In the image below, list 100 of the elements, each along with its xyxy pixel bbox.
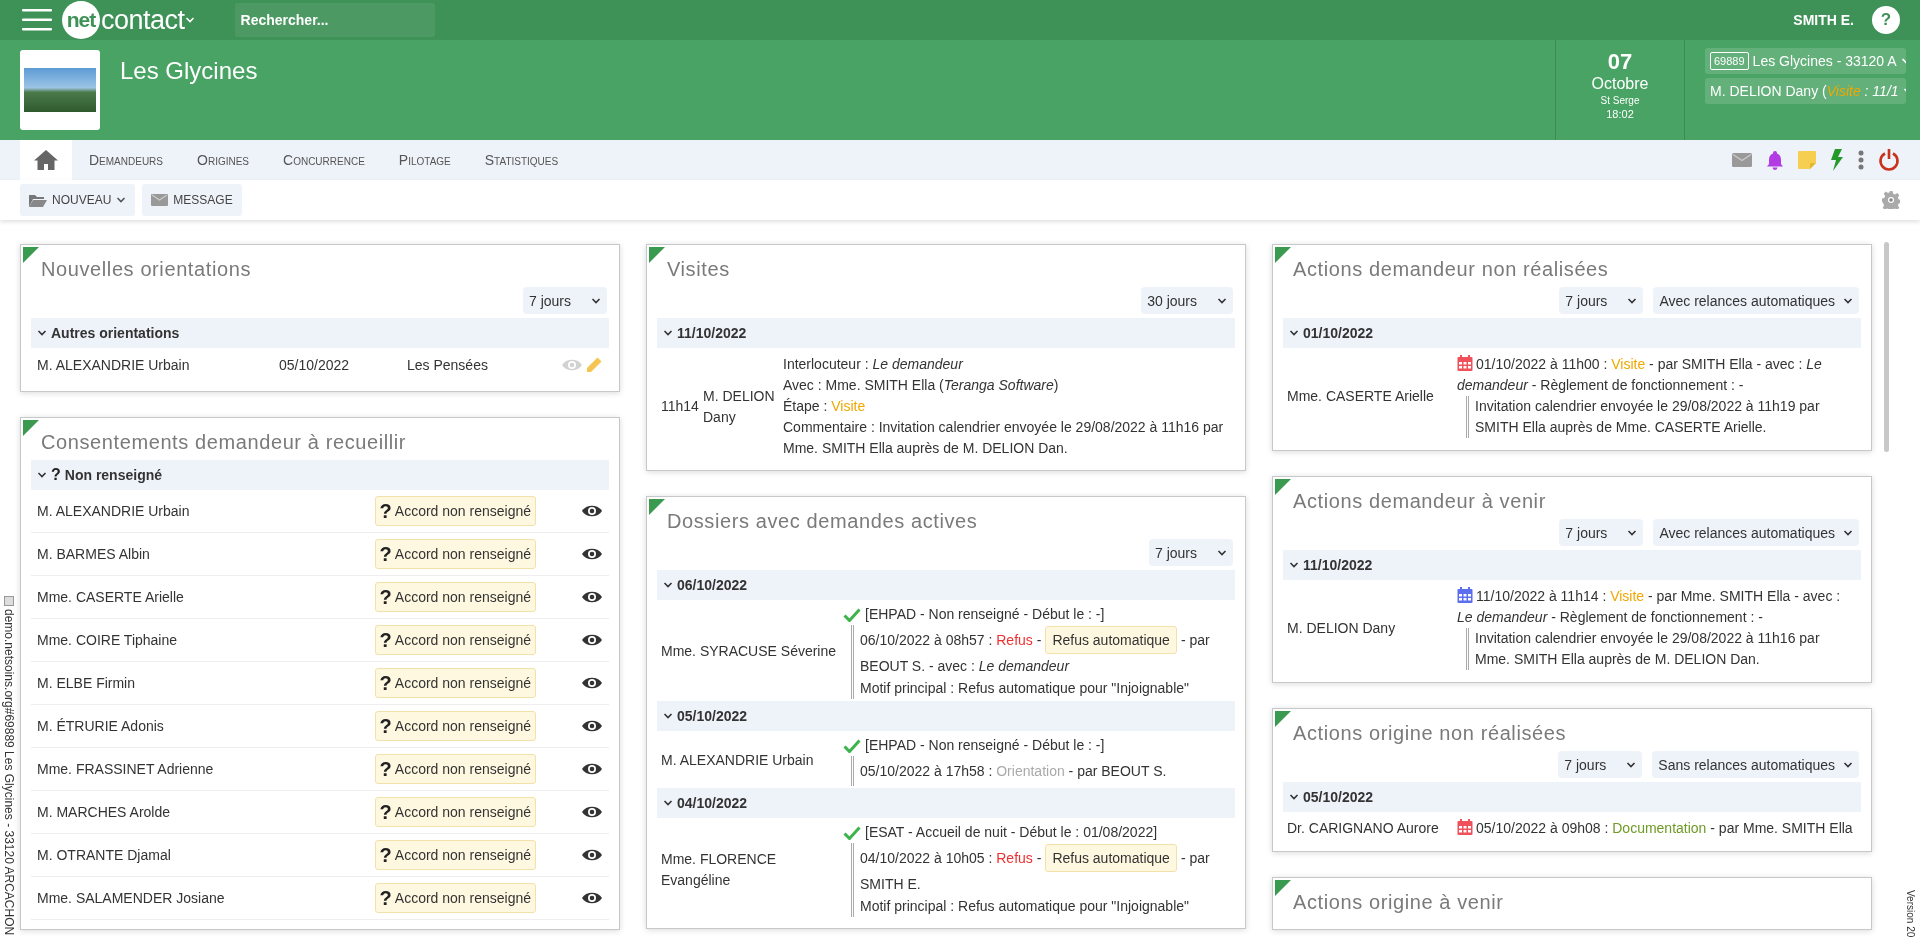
- person-name: Mme. FLORENCE Evangéline: [661, 849, 778, 890]
- period-select[interactable]: 7 jours: [522, 287, 607, 314]
- refusal-reason: Motif principal : Refus automatique pour "Injoignable": [860, 897, 1190, 916]
- card-title: Actions origine non réalisées: [1293, 721, 1567, 745]
- group-header[interactable]: 06/10/2022: [657, 570, 1235, 600]
- eye-icon[interactable]: [581, 848, 603, 862]
- person-name: M. ELBE Firmin: [37, 675, 136, 691]
- card-title: Dossiers avec demandes actives: [667, 509, 978, 533]
- lightning-icon[interactable]: [1830, 149, 1844, 171]
- bell-icon[interactable]: [1766, 150, 1784, 170]
- eye-icon[interactable]: [581, 590, 603, 604]
- home-icon: [33, 149, 59, 171]
- check-icon: [843, 825, 861, 840]
- reminder-select[interactable]: Avec relances automatiques: [1653, 519, 1859, 546]
- more-icon[interactable]: [1858, 150, 1864, 170]
- eye-icon[interactable]: [581, 633, 603, 647]
- eye-icon[interactable]: [581, 504, 603, 518]
- card-title: Actions demandeur non réalisées: [1293, 257, 1609, 281]
- status-badge: Refus automatique: [1045, 626, 1177, 654]
- nav-tab[interactable]: Concurrence: [266, 140, 382, 180]
- request-summary: [EHPAD - Non renseigné - Début le : -]: [865, 736, 1105, 755]
- eye-icon[interactable]: [581, 719, 603, 733]
- scrollbar[interactable]: [1884, 242, 1889, 452]
- period-select[interactable]: 7 jours: [1559, 287, 1644, 314]
- event-status: 06/10/2022 à 08h57 : Refus -: [860, 632, 1042, 648]
- nav-tab[interactable]: Statistiques: [467, 140, 576, 180]
- consent-status: ?Accord non renseigné: [374, 625, 536, 655]
- person-name: Mme. CASERTE Arielle: [37, 589, 185, 605]
- group-header[interactable]: 11/10/2022: [1283, 550, 1861, 580]
- group-header[interactable]: 04/10/2022: [657, 788, 1235, 818]
- eye-icon[interactable]: [581, 676, 603, 690]
- person-name: Mme. COIRE Tiphaine: [37, 632, 179, 648]
- group-header[interactable]: 05/10/2022: [1283, 782, 1861, 812]
- event-author: - par: [1180, 850, 1210, 866]
- event-author: SMITH E.: [860, 875, 922, 894]
- group-header[interactable]: ? Non renseigné: [31, 460, 609, 490]
- person-name: Dr. CARIGNANO Aurore: [1287, 819, 1440, 838]
- page-icon: [4, 595, 14, 606]
- period-select[interactable]: 7 jours: [1558, 751, 1643, 778]
- group-header[interactable]: 05/10/2022: [657, 701, 1235, 731]
- period-select[interactable]: 7 jours: [1559, 519, 1644, 546]
- nav-tab[interactable]: Origines: [180, 140, 267, 180]
- visit-step: Étape : Visite: [783, 396, 1231, 417]
- person-name: M. DELION Dany: [703, 386, 776, 427]
- period-select[interactable]: 7 jours: [1148, 539, 1233, 566]
- card-title: Actions demandeur à venir: [1293, 489, 1546, 513]
- saint-name: St Serge: [1600, 94, 1640, 108]
- group-header[interactable]: Autres orientations: [31, 318, 609, 348]
- action-description: 11/10/2022 à 11h14 : Visite - par Mme. SMITH Ella - avec : Le demandeur - Règlement de fonctionnement : -: [1457, 588, 1841, 625]
- check-icon: [843, 607, 861, 622]
- message-button[interactable]: MESSAGE: [142, 184, 242, 216]
- person-name: M. ALEXANDRIE Urbain: [37, 357, 191, 373]
- menu-icon[interactable]: [22, 9, 52, 31]
- facility-name: Les Pensées: [407, 357, 489, 373]
- site-name: Les Glycines - 33120 A: [1752, 53, 1897, 69]
- action-note: Invitation calendrier envoyée le 29/08/2022 à 11h16 par Mme. SMITH Ella auprès de M. DELION Dan.: [1466, 628, 1857, 670]
- person-name: M. OTRANTE Djamal: [37, 847, 172, 863]
- version-label: Version 20: [1905, 889, 1916, 937]
- visit-participant: Avec : Mme. SMITH Ella (Teranga Software): [783, 376, 1060, 395]
- request-summary: [ESAT - Accueil de nuit - Début le : 01/08/2022]: [865, 823, 1158, 842]
- date-day: 07: [1607, 50, 1633, 74]
- consent-status: ?Accord non renseigné: [374, 754, 536, 784]
- reminder-select[interactable]: Sans relances automatiques: [1652, 751, 1859, 778]
- person-name: M. DELION Dany: [1287, 618, 1397, 638]
- nav-tab[interactable]: Demandeurs: [72, 140, 180, 180]
- visit-time: 11h14: [661, 397, 700, 416]
- person-name: M. ALEXANDRIE Urbain: [661, 751, 815, 770]
- eye-icon[interactable]: [581, 762, 603, 776]
- action-description: 01/10/2022 à 11h00 : Visite - par SMITH Ella - avec : Le demandeur - Règlement de fonctionnement : -: [1457, 356, 1822, 393]
- eye-icon[interactable]: [581, 891, 603, 905]
- action-note: Invitation calendrier envoyée le 29/08/2022 à 11h19 par SMITH Ella auprès de Mme. CASERTE Arielle.: [1466, 396, 1857, 438]
- site-code: 69889: [1710, 52, 1749, 70]
- group-header[interactable]: 01/10/2022: [1283, 318, 1861, 348]
- person-name: M. ÉTRURIE Adonis: [37, 718, 165, 734]
- status-badge: Refus automatique: [1045, 844, 1177, 872]
- nav-tab[interactable]: Pilotage: [381, 140, 468, 180]
- visit-select-text: M. DELION Dany (Visite : 11/1: [1710, 83, 1899, 99]
- home-tab[interactable]: [20, 140, 72, 180]
- person-name: M. ALEXANDRIE Urbain: [37, 503, 191, 519]
- eye-icon[interactable]: [581, 805, 603, 819]
- card-title: Actions origine à venir: [1293, 890, 1504, 914]
- consent-status: ?Accord non renseigné: [374, 840, 536, 870]
- new-button[interactable]: NOUVEAU: [20, 184, 136, 216]
- card-title: Nouvelles orientations: [41, 257, 251, 281]
- event-author: - par: [1180, 632, 1210, 648]
- person-name: Mme. FRASSINET Adrienne: [37, 761, 215, 777]
- consent-status: ?Accord non renseigné: [374, 539, 536, 569]
- person-name: Mme. SALAMENDER Josiane: [37, 890, 226, 906]
- power-icon[interactable]: [1878, 149, 1900, 171]
- clock-time: 18:02: [1606, 108, 1634, 121]
- reminder-select[interactable]: Avec relances automatiques: [1653, 287, 1859, 314]
- visit-interlocutor: Interlocuteur : Le demandeur: [783, 355, 965, 374]
- user-name[interactable]: SMITH E.: [1793, 12, 1854, 28]
- card-title: Visites: [667, 257, 730, 281]
- logo-name[interactable]: contact: [101, 4, 185, 36]
- period-select[interactable]: 30 jours: [1141, 287, 1233, 314]
- eye-icon[interactable]: [581, 547, 603, 561]
- logo-mark[interactable]: net: [62, 1, 100, 39]
- group-header[interactable]: 11/10/2022: [657, 318, 1235, 348]
- help-button[interactable]: ?: [1872, 6, 1900, 34]
